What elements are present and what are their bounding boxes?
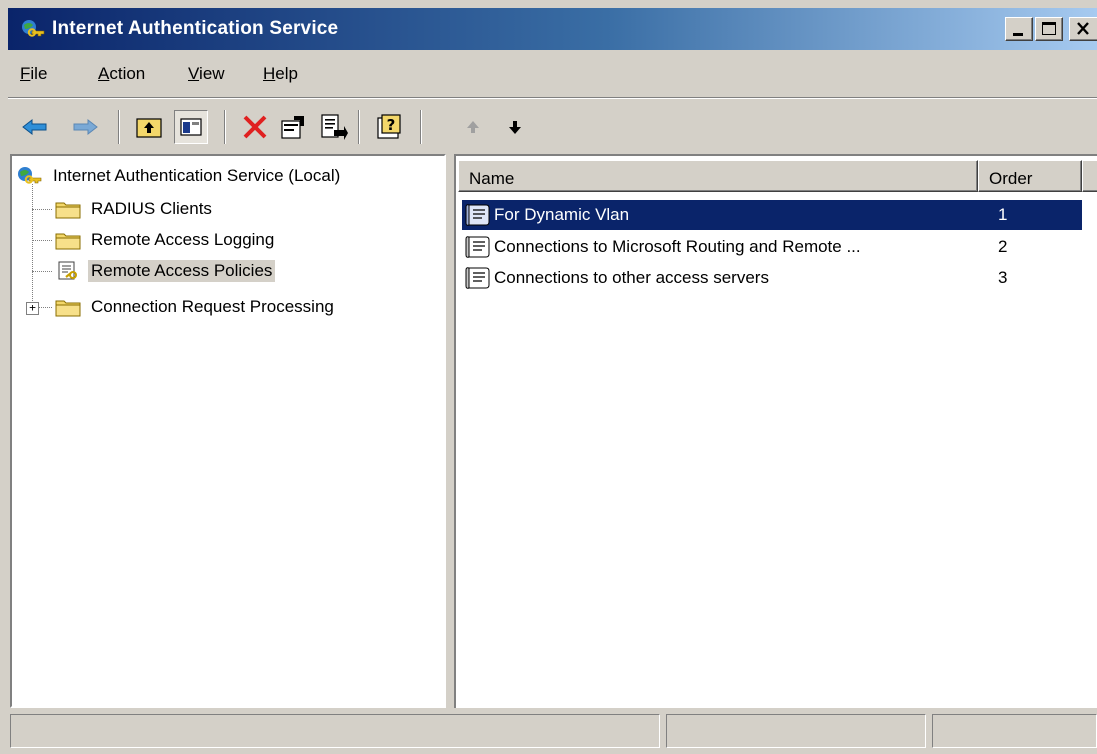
status-panel-main bbox=[10, 714, 660, 748]
folder-icon bbox=[55, 202, 81, 219]
tree-item-label: Remote Access Policies bbox=[88, 260, 276, 282]
up-one-level-icon bbox=[136, 118, 162, 138]
tree-connector bbox=[39, 307, 52, 308]
forward-arrow-icon bbox=[73, 118, 98, 136]
export-list-icon bbox=[321, 114, 348, 140]
window-title: Internet Authentication Service bbox=[52, 18, 339, 39]
status-bar bbox=[8, 712, 1097, 754]
toolbar-separator bbox=[118, 110, 120, 144]
forward-button[interactable] bbox=[68, 110, 102, 144]
toolbar-separator bbox=[420, 110, 422, 144]
toolbar-separator bbox=[358, 110, 360, 144]
policy-scroll-key-icon bbox=[58, 261, 77, 280]
toolbar: ? bbox=[8, 102, 1097, 150]
tree-item-remote-access-logging[interactable]: Remote Access Logging bbox=[54, 226, 277, 254]
app-window: Internet Authentication Service File Act… bbox=[0, 0, 1097, 754]
status-panel-3 bbox=[932, 714, 1097, 748]
move-up-button[interactable] bbox=[456, 110, 490, 144]
policy-name: Connections to Microsoft Routing and Rem… bbox=[494, 237, 861, 256]
policy-scroll-icon bbox=[465, 236, 490, 258]
policy-name: Connections to other access servers bbox=[494, 268, 769, 287]
delete-icon bbox=[243, 115, 267, 139]
console-tree[interactable]: + Internet Authentication Service (Local… bbox=[10, 154, 446, 708]
minimize-icon bbox=[1013, 33, 1023, 36]
policy-order: 1 bbox=[998, 205, 1008, 224]
minimize-button[interactable] bbox=[1005, 17, 1033, 41]
column-header-name[interactable]: Name bbox=[458, 160, 978, 192]
policy-row[interactable]: For Dynamic Vlan 1 bbox=[462, 200, 1082, 230]
svg-text:?: ? bbox=[387, 116, 396, 134]
properties-button[interactable] bbox=[276, 110, 310, 144]
tree-connector bbox=[32, 209, 52, 210]
policy-scroll-icon bbox=[465, 204, 490, 226]
tree-item-radius-clients[interactable]: RADIUS Clients bbox=[54, 195, 215, 223]
policy-list[interactable]: Name Order For Dynamic Vlan 1 Connection… bbox=[454, 154, 1097, 708]
properties-icon bbox=[281, 116, 304, 139]
tree-root-ias[interactable]: Internet Authentication Service (Local) bbox=[16, 162, 343, 190]
show-hide-console-tree-button[interactable] bbox=[174, 110, 208, 144]
menu-view[interactable]: View bbox=[188, 64, 225, 84]
menu-help[interactable]: Help bbox=[263, 64, 298, 84]
back-button[interactable] bbox=[18, 110, 52, 144]
move-down-button[interactable] bbox=[498, 110, 532, 144]
maximize-icon bbox=[1042, 22, 1056, 35]
policy-name: For Dynamic Vlan bbox=[494, 205, 630, 224]
ias-service-icon bbox=[18, 167, 42, 184]
maximize-button[interactable] bbox=[1035, 17, 1063, 41]
menu-action[interactable]: Action bbox=[98, 64, 145, 84]
delete-button[interactable] bbox=[238, 110, 272, 144]
tree-item-remote-access-policies[interactable]: Remote Access Policies bbox=[54, 257, 276, 285]
help-button[interactable]: ? bbox=[372, 110, 406, 144]
tree-connector bbox=[32, 240, 52, 241]
policy-order: 3 bbox=[998, 268, 1008, 287]
tree-item-label: RADIUS Clients bbox=[91, 199, 212, 218]
tree-connector bbox=[32, 184, 33, 309]
show-hide-tree-icon bbox=[180, 118, 202, 136]
menu-file[interactable]: File bbox=[20, 64, 47, 84]
column-header-order[interactable]: Order bbox=[978, 160, 1082, 192]
back-arrow-icon bbox=[22, 118, 47, 136]
move-down-icon bbox=[509, 121, 521, 134]
expand-toggle[interactable]: + bbox=[26, 302, 39, 315]
tree-item-label: Remote Access Logging bbox=[91, 230, 275, 249]
ias-app-icon bbox=[22, 20, 45, 37]
move-up-icon bbox=[467, 121, 479, 133]
status-panel-2 bbox=[666, 714, 926, 748]
folder-icon bbox=[55, 300, 81, 317]
toolbar-separator bbox=[224, 110, 226, 144]
folder-icon bbox=[55, 233, 81, 250]
column-header-filler bbox=[1082, 160, 1097, 192]
policy-scroll-icon bbox=[465, 267, 490, 289]
tree-root-label: Internet Authentication Service (Local) bbox=[53, 166, 341, 185]
title-bar[interactable]: Internet Authentication Service bbox=[8, 8, 1097, 50]
menu-bar: File Action View Help bbox=[8, 56, 1097, 94]
up-one-level-button[interactable] bbox=[132, 110, 166, 144]
tree-item-label: Connection Request Processing bbox=[91, 297, 334, 316]
policy-row[interactable]: Connections to other access servers 3 bbox=[462, 263, 1082, 293]
tree-connector bbox=[32, 271, 52, 272]
policy-order: 2 bbox=[998, 237, 1008, 256]
pane-splitter[interactable] bbox=[446, 154, 454, 708]
help-icon: ? bbox=[377, 114, 401, 139]
close-button[interactable] bbox=[1069, 17, 1097, 41]
export-list-button[interactable] bbox=[316, 110, 350, 144]
tree-item-connection-request-processing[interactable]: Connection Request Processing bbox=[54, 293, 337, 321]
close-icon bbox=[1077, 22, 1089, 35]
menu-toolbar-divider bbox=[8, 97, 1097, 99]
policy-row[interactable]: Connections to Microsoft Routing and Rem… bbox=[462, 232, 1082, 262]
